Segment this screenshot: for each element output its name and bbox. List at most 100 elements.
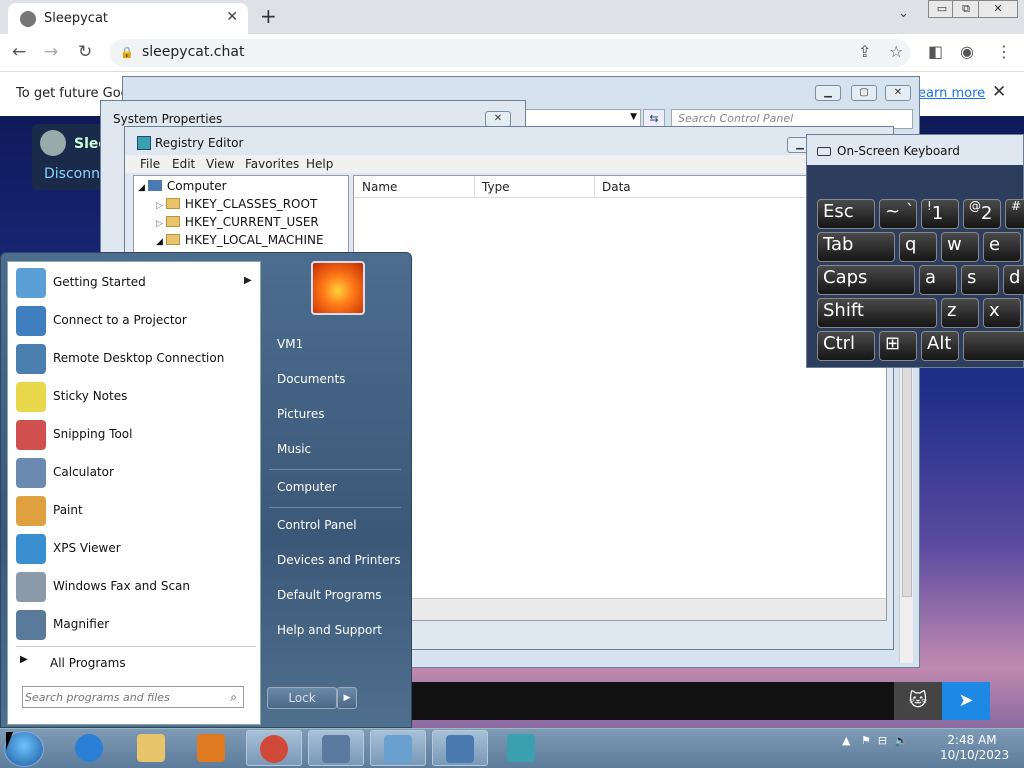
osk-key[interactable]: Esc: [817, 199, 875, 229]
osk-key[interactable]: @2: [963, 199, 1001, 229]
taskbar-clock[interactable]: 2:48 AM 10/10/2023: [940, 733, 1009, 763]
tree-item-hklm[interactable]: ◢ HKEY_LOCAL_MACHINE: [156, 233, 324, 247]
start-place-item[interactable]: VM1: [277, 337, 303, 351]
address-bar[interactable]: 🔒 sleepycat.chat: [110, 39, 910, 67]
shutdown-options-button[interactable]: ▶: [337, 687, 357, 709]
program-item[interactable]: Remote Desktop Connection: [12, 342, 256, 376]
osk-key[interactable]: z: [941, 298, 979, 328]
program-item[interactable]: Snipping Tool: [12, 418, 256, 452]
tree-item-hkcr[interactable]: ▷ HKEY_CLASSES_ROOT: [156, 197, 317, 211]
osk-key[interactable]: #: [1005, 199, 1024, 229]
menu-help[interactable]: Help: [306, 157, 333, 171]
share-icon[interactable]: ⇪: [858, 42, 871, 61]
taskbar-ie-button[interactable]: [62, 730, 118, 766]
browser-menu-icon[interactable]: ⋮: [996, 42, 1012, 61]
taskbar-media-button[interactable]: [184, 730, 240, 766]
column-name[interactable]: Name: [362, 180, 397, 194]
learn-more-link[interactable]: earn more: [918, 86, 985, 101]
lock-button[interactable]: Lock: [267, 687, 337, 709]
start-place-item[interactable]: Devices and Printers: [277, 553, 401, 567]
program-item[interactable]: Connect to a Projector: [12, 304, 256, 338]
expand-arrow-icon[interactable]: ◢: [156, 237, 163, 247]
taskbar-system-button[interactable]: [432, 730, 488, 766]
osk-key[interactable]: q: [899, 232, 937, 262]
disconnect-link[interactable]: Disconn: [44, 166, 100, 182]
column-type[interactable]: Type: [482, 180, 510, 194]
osk-key[interactable]: e: [983, 232, 1021, 262]
start-place-item[interactable]: Control Panel: [277, 518, 357, 532]
start-search-input[interactable]: [25, 688, 215, 706]
start-place-item[interactable]: Help and Support: [277, 623, 382, 637]
back-button[interactable]: ←: [12, 42, 26, 62]
cp-maximize-button[interactable]: ▢: [851, 85, 877, 101]
forward-button[interactable]: →: [44, 42, 58, 62]
osk-key[interactable]: !1: [921, 199, 959, 229]
program-item[interactable]: Windows Fax and Scan: [12, 570, 256, 604]
collapse-arrow-icon[interactable]: ▷: [156, 201, 163, 211]
submenu-arrow-icon[interactable]: ▶: [244, 275, 252, 286]
osk-key[interactable]: Ctrl: [817, 331, 875, 361]
tab-search-button[interactable]: ⌄: [898, 6, 909, 21]
collapse-arrow-icon[interactable]: ▷: [156, 219, 163, 229]
sp-close-button[interactable]: ✕: [485, 111, 511, 127]
menu-file[interactable]: File: [140, 157, 160, 171]
program-item[interactable]: Paint: [12, 494, 256, 528]
start-place-item[interactable]: Computer: [277, 480, 337, 494]
chat-input[interactable]: [410, 682, 894, 720]
osk-key[interactable]: Tab: [817, 232, 895, 262]
lock-icon[interactable]: 🔒: [120, 46, 134, 59]
expand-arrow-icon[interactable]: ◢: [138, 183, 145, 193]
tree-item-computer[interactable]: ◢ Computer: [138, 179, 227, 193]
program-item[interactable]: Sticky Notes: [12, 380, 256, 414]
program-item[interactable]: Getting Started ▶: [12, 266, 256, 300]
tree-item-hkcu[interactable]: ▷ HKEY_CURRENT_USER: [156, 215, 319, 229]
info-close-icon[interactable]: ✕: [992, 82, 1006, 102]
osk-key[interactable]: Shift: [817, 298, 937, 328]
osk-key[interactable]: ⊞: [879, 331, 917, 361]
taskbar-explorer-button[interactable]: [124, 730, 180, 766]
network-icon[interactable]: ⊟: [878, 734, 887, 747]
profile-avatar-icon[interactable]: ◉: [960, 42, 974, 61]
volume-icon[interactable]: 🔈: [894, 734, 908, 747]
start-place-item[interactable]: Music: [277, 442, 311, 456]
cp-close-button[interactable]: ✕: [885, 85, 911, 101]
osk-key[interactable]: a: [919, 265, 957, 295]
bookmark-star-icon[interactable]: ☆: [889, 42, 903, 61]
cp-address-dropdown-icon[interactable]: ▼: [630, 112, 637, 122]
browser-tab[interactable]: Sleepycat ✕: [8, 3, 248, 34]
show-hidden-icons-icon[interactable]: ▲: [842, 734, 850, 747]
taskbar-osk-button[interactable]: [308, 730, 364, 766]
menu-view[interactable]: View: [206, 157, 234, 171]
osk-key[interactable]: w: [941, 232, 979, 262]
program-item[interactable]: Magnifier: [12, 608, 256, 642]
side-panel-icon[interactable]: ◧: [928, 42, 943, 61]
close-window-button[interactable]: ✕: [978, 0, 1018, 18]
cp-minimize-button[interactable]: ▁: [815, 85, 841, 101]
menu-favorites[interactable]: Favorites: [245, 157, 299, 171]
osk-key[interactable]: s: [961, 265, 999, 295]
osk-key[interactable]: x: [983, 298, 1021, 328]
new-tab-button[interactable]: +: [260, 4, 277, 28]
column-data[interactable]: Data: [602, 180, 631, 194]
all-programs-button[interactable]: ▶ All Programs: [16, 650, 256, 676]
program-item[interactable]: XPS Viewer: [12, 532, 256, 566]
reload-button[interactable]: ↻: [78, 42, 92, 62]
user-picture[interactable]: [311, 261, 365, 315]
osk-key[interactable]: d: [1003, 265, 1024, 295]
osk-key[interactable]: Alt: [921, 331, 959, 361]
cat-button[interactable]: 🐱: [894, 682, 942, 720]
send-button[interactable]: ➤: [942, 682, 990, 720]
taskbar-control-panel-button[interactable]: [370, 730, 426, 766]
search-icon[interactable]: ⌕: [230, 690, 237, 705]
start-place-item[interactable]: Pictures: [277, 407, 325, 421]
start-search-box[interactable]: ⌕: [22, 686, 244, 708]
tab-close-icon[interactable]: ✕: [226, 9, 238, 25]
start-place-item[interactable]: Documents: [277, 372, 345, 386]
action-center-icon[interactable]: ⚑: [861, 734, 871, 747]
osk-key[interactable]: [963, 331, 1024, 361]
start-place-item[interactable]: Default Programs: [277, 588, 382, 602]
taskbar-chrome-button[interactable]: [246, 730, 302, 766]
osk-key[interactable]: Caps: [817, 265, 915, 295]
program-item[interactable]: Calculator: [12, 456, 256, 490]
osk-key[interactable]: ~ `: [879, 199, 917, 229]
